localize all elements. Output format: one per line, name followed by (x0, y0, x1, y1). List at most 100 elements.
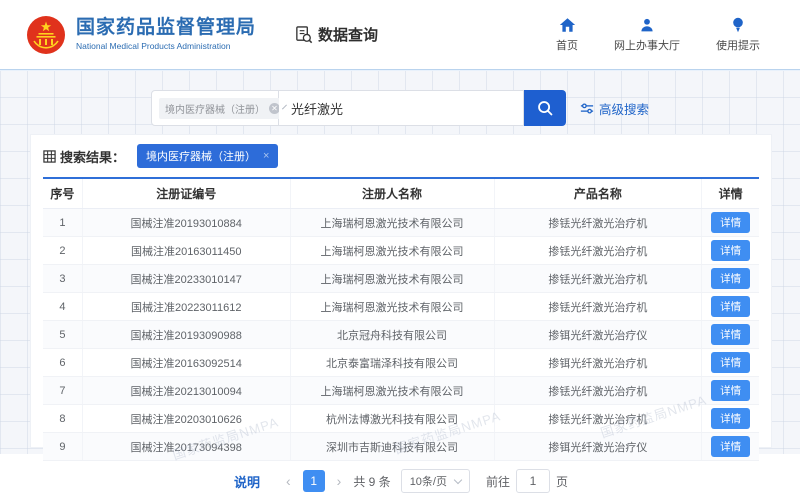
cell-index: 8 (43, 404, 83, 433)
national-emblem-logo (27, 15, 65, 54)
chevron-down-icon (453, 475, 463, 485)
nav-label: 首页 (556, 39, 578, 52)
nav-item-usage-tips[interactable]: 使用提示 (716, 17, 760, 53)
search-box: 境内医疗器械（注册） ✕ (150, 90, 566, 126)
cell-index: 1 (43, 208, 83, 237)
cell-registrant: 上海瑞柯恩激光技术有限公司 (290, 236, 495, 265)
table-row: 1 国械注准20193010884 上海瑞柯恩激光技术有限公司 掺铥光纤激光治疗… (43, 208, 759, 237)
cell-product: 掺铥光纤激光治疗机 (494, 264, 703, 293)
detail-button[interactable]: 详情 (711, 408, 751, 429)
table-row: 6 国械注准20163092514 北京泰富瑞泽科技有限公司 掺铒光纤激光治疗机… (43, 348, 759, 377)
tip-icon (733, 17, 743, 32)
cell-index: 3 (43, 264, 83, 293)
detail-button[interactable]: 详情 (711, 212, 751, 233)
cell-product: 掺铒光纤激光治疗仪 (494, 320, 703, 349)
org-title: 国家药品监督管理局 National Medical Products Admi… (76, 16, 257, 51)
cell-registrant: 上海瑞柯恩激光技术有限公司 (290, 264, 495, 293)
category-tag-label: 境内医疗器械（注册） (164, 104, 265, 116)
detail-button[interactable]: 详情 (711, 380, 751, 401)
page-size-value: 10条/页 (409, 476, 447, 488)
column-header-registrant: 注册人名称 (290, 178, 495, 209)
detail-button[interactable]: 详情 (711, 352, 751, 373)
cell-index: 2 (43, 236, 83, 265)
search-button[interactable] (523, 90, 566, 126)
table-row: 9 国械注准20173094398 深圳市吉斯迪科技有限公司 掺铒光纤激光治疗仪… (43, 432, 759, 461)
filter-tag-close-icon[interactable]: × (263, 150, 269, 162)
column-header-product: 产品名称 (494, 178, 703, 209)
column-header-index: 序号 (43, 178, 83, 209)
header: 国家药品监督管理局 National Medical Products Admi… (0, 0, 800, 70)
cell-registrant: 北京泰富瑞泽科技有限公司 (290, 348, 495, 377)
cell-cert-number: 国械注准20193090988 (82, 320, 291, 349)
prev-page-button[interactable]: ‹ (284, 473, 293, 489)
detail-button[interactable]: 详情 (711, 296, 751, 317)
cell-cert-number: 国械注准20163011450 (82, 236, 291, 265)
column-header-cert: 注册证编号 (82, 178, 291, 209)
org-name-zh: 国家药品监督管理局 (76, 16, 257, 38)
goto-page: 前往 页 (486, 469, 568, 493)
nav-item-service-hall[interactable]: 网上办事大厅 (614, 17, 680, 53)
app-title: 数据查询 (294, 24, 378, 45)
cell-product: 掺铒光纤激光治疗仪 (494, 432, 703, 461)
nav-item-home[interactable]: 首页 (556, 17, 578, 53)
cell-product: 掺铒光纤激光治疗机 (494, 348, 703, 377)
goto-suffix: 页 (556, 474, 569, 489)
page-size-select[interactable]: 10条/页 (400, 469, 470, 493)
detail-button[interactable]: 详情 (711, 268, 751, 289)
next-page-button[interactable]: › (335, 473, 344, 489)
pagination: 说明 ‹ 1 › 共 9 条 10条/页 前往 页 (43, 469, 759, 493)
results-label: 搜索结果： (60, 149, 126, 165)
cell-index: 9 (43, 432, 83, 461)
category-select[interactable]: 境内医疗器械（注册） ✕ (150, 90, 287, 126)
cell-index: 4 (43, 292, 83, 321)
cell-registrant: 深圳市吉斯迪科技有限公司 (290, 432, 495, 461)
advanced-search-link[interactable]: 高级搜索 (580, 99, 649, 118)
cell-cert-number: 国械注准20193010884 (82, 208, 291, 237)
table-row: 7 国械注准20213010094 上海瑞柯恩激光技术有限公司 掺铥光纤激光治疗… (43, 376, 759, 405)
goto-prefix: 前往 (485, 474, 510, 489)
cell-index: 7 (43, 376, 83, 405)
goto-page-input[interactable] (516, 469, 550, 493)
cell-product: 掺铥光纤激光治疗机 (494, 208, 703, 237)
total-count: 共 9 条 (353, 474, 391, 489)
advanced-search-label: 高级搜索 (598, 102, 649, 117)
home-icon (559, 17, 575, 32)
cell-registrant: 杭州法博激光科技有限公司 (290, 404, 495, 433)
cell-registrant: 上海瑞柯恩激光技术有限公司 (290, 376, 495, 405)
filter-tag[interactable]: 境内医疗器械（注册） × (137, 144, 279, 168)
cell-index: 6 (43, 348, 83, 377)
column-header-detail: 详情 (701, 178, 759, 209)
results-header: 搜索结果： 境内医疗器械（注册） × (43, 144, 759, 168)
search-icon (538, 101, 553, 116)
cell-registrant: 北京冠舟科技有限公司 (290, 320, 495, 349)
detail-button[interactable]: 详情 (711, 240, 751, 261)
cell-product: 掺铥光纤激光治疗机 (494, 236, 703, 265)
filter-tag-label: 境内医疗器械（注册） (146, 151, 257, 163)
table-row: 5 国械注准20193090988 北京冠舟科技有限公司 掺铒光纤激光治疗仪 详… (43, 320, 759, 349)
nav-label: 使用提示 (716, 39, 760, 52)
user-icon (641, 18, 653, 31)
cell-cert-number: 国械注准20173094398 (82, 432, 291, 461)
top-nav: 首页 网上办事大厅 使用提示 (556, 17, 760, 53)
category-tag: 境内医疗器械（注册） ✕ (158, 97, 284, 119)
grid-icon (43, 149, 56, 163)
note-link[interactable]: 说明 (234, 472, 260, 491)
cell-cert-number: 国械注准20163092514 (82, 348, 291, 377)
app-title-label: 数据查询 (318, 27, 379, 44)
content-area: 境内医疗器械（注册） ✕ 高级搜索 (0, 70, 800, 493)
detail-button[interactable]: 详情 (711, 324, 751, 345)
results-table-head: 序号 注册证编号 注册人名称 产品名称 详情 (43, 178, 759, 209)
cell-cert-number: 国械注准20223011612 (82, 292, 291, 321)
cell-product: 掺铥光纤激光治疗机 (494, 292, 703, 321)
cell-registrant: 上海瑞柯恩激光技术有限公司 (290, 292, 495, 321)
cell-product: 掺铥光纤激光治疗机 (494, 376, 703, 405)
page-number-active[interactable]: 1 (302, 470, 325, 492)
search-row: 境内医疗器械（注册） ✕ 高级搜索 (0, 70, 800, 126)
cell-index: 5 (43, 320, 83, 349)
org-name-en: National Medical Products Administration (76, 40, 231, 51)
search-input[interactable] (278, 90, 524, 126)
nav-label: 网上办事大厅 (614, 39, 680, 52)
results-table-body: 1 国械注准20193010884 上海瑞柯恩激光技术有限公司 掺铥光纤激光治疗… (43, 208, 759, 461)
results-table: 序号 注册证编号 注册人名称 产品名称 详情 1 国械注准20193010884… (43, 177, 759, 461)
cell-cert-number: 国械注准20233010147 (82, 264, 291, 293)
